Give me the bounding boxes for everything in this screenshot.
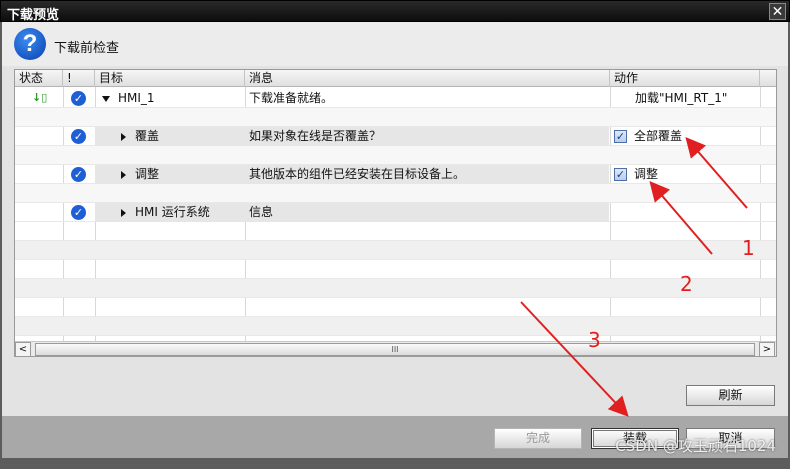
annotation-label-2: 2 <box>680 272 693 296</box>
annotation-label-3: 3 <box>588 328 601 352</box>
arrow-3 <box>520 301 629 417</box>
arrow-1 <box>685 136 748 209</box>
annotation-label-1: 1 <box>742 236 755 260</box>
annotation-arrows <box>520 136 748 417</box>
arrow-2 <box>649 180 713 255</box>
